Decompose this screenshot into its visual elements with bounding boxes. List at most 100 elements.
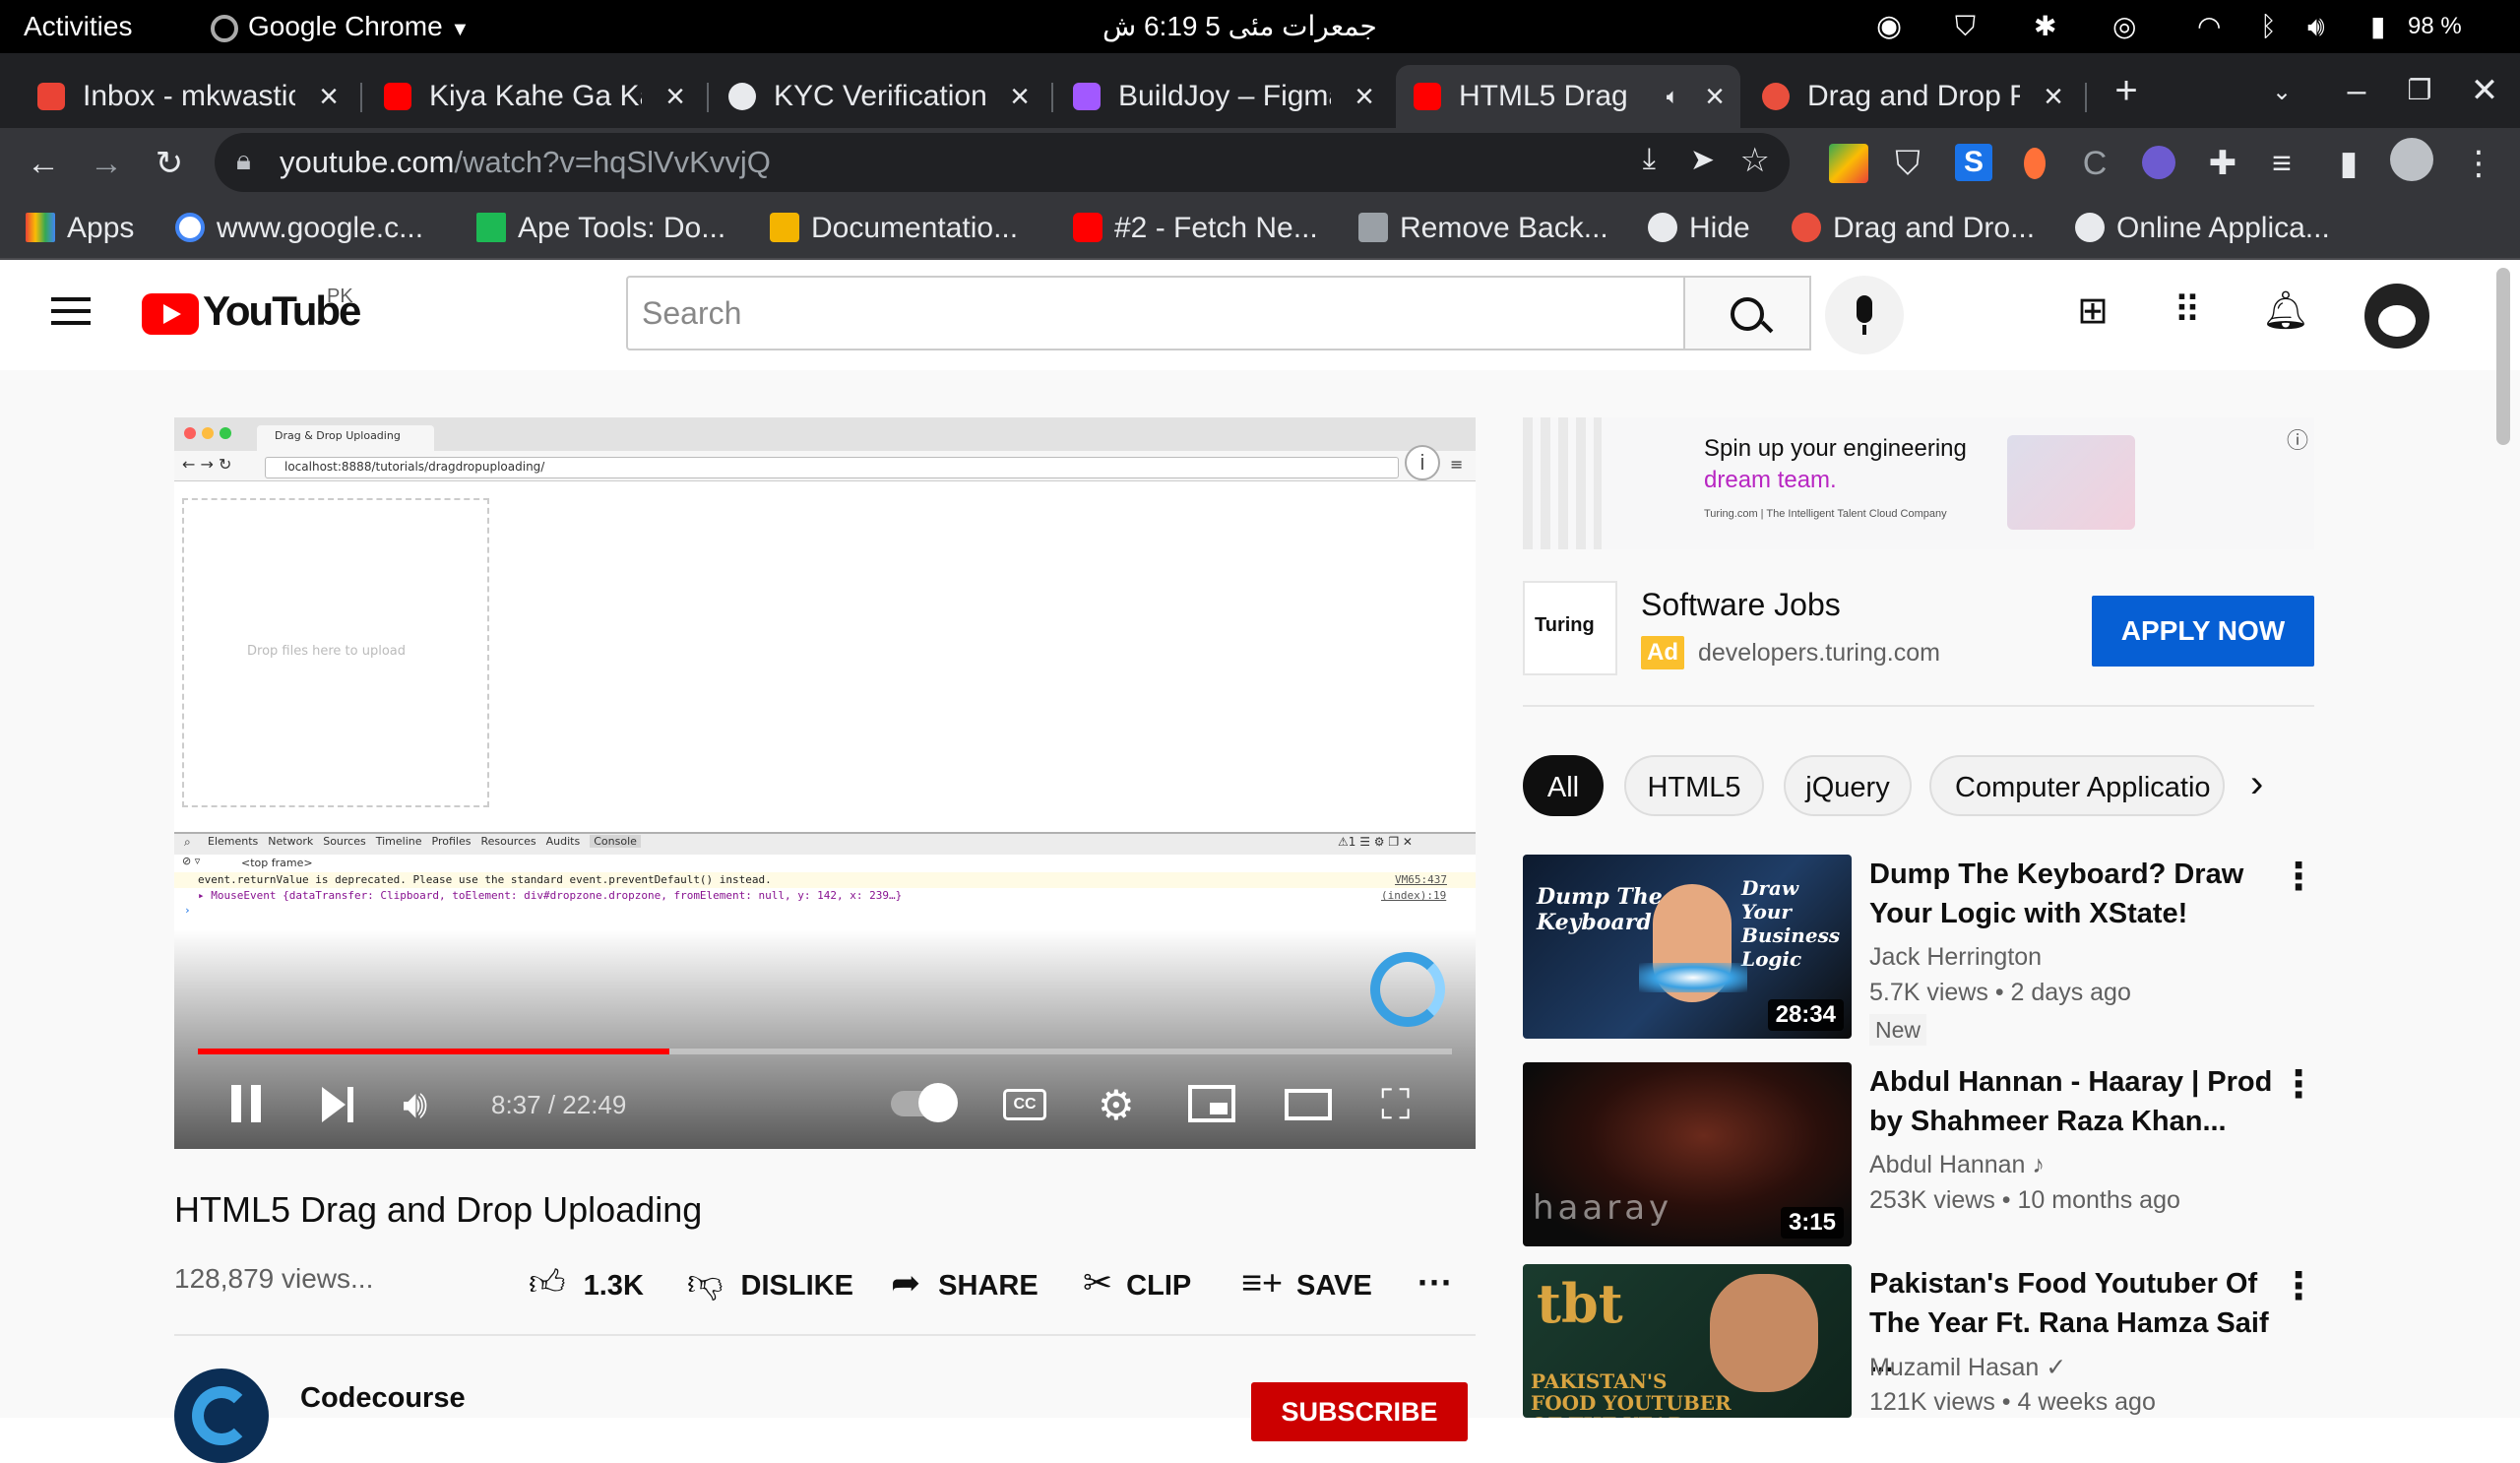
next-video-icon[interactable] bbox=[320, 1087, 359, 1122]
bookmark-drag-drop[interactable]: Drag and Dro... bbox=[1792, 199, 2035, 258]
tab-drag-and-drop[interactable]: Drag and Drop F × bbox=[1744, 65, 2079, 128]
account-avatar[interactable] bbox=[2364, 284, 2429, 349]
speaker-icon[interactable]: 🔈︎ bbox=[1667, 65, 1679, 128]
clip-button[interactable]: ✂ CLIP bbox=[1083, 1258, 1191, 1307]
tab-kyc[interactable]: KYC Verification × bbox=[711, 65, 1045, 128]
profile-avatar[interactable] bbox=[2390, 138, 2433, 181]
media-queue-icon[interactable]: ≡ bbox=[2262, 144, 2301, 183]
close-icon[interactable]: × bbox=[1354, 65, 1374, 128]
youtube-logo-icon[interactable] bbox=[142, 293, 199, 335]
bookmark-fetch[interactable]: #2 - Fetch Ne... bbox=[1073, 199, 1318, 258]
chips-next-chevron-icon[interactable]: › bbox=[2250, 762, 2263, 806]
autoplay-toggle[interactable] bbox=[891, 1083, 958, 1122]
close-window-button[interactable]: ✕ bbox=[2465, 71, 2504, 110]
back-button[interactable]: ← bbox=[24, 144, 63, 183]
save-button[interactable]: ≡+ SAVE bbox=[1241, 1258, 1372, 1307]
chip-jquery[interactable]: jQuery bbox=[1784, 755, 1912, 816]
notifications-bell-icon[interactable]: 🔔︎ bbox=[2262, 291, 2309, 331]
tab-inbox[interactable]: Inbox - mkwastic × bbox=[20, 65, 354, 128]
bookmark-apps[interactable]: Apps bbox=[26, 199, 134, 258]
extension-s-icon[interactable]: S bbox=[1955, 144, 1992, 181]
tab-kiya-kahe-ga[interactable]: Kiya Kahe Ga Ka × bbox=[366, 65, 701, 128]
close-icon[interactable]: × bbox=[319, 65, 339, 128]
pause-button[interactable] bbox=[227, 1083, 267, 1124]
related-thumbnail[interactable]: tbt PAKISTAN'S FOOD YOUTUBER OF THE YEAR bbox=[1523, 1264, 1852, 1418]
extensions-puzzle-icon[interactable]: ✚ bbox=[2203, 144, 2242, 183]
volume-icon[interactable]: 🔊︎ bbox=[403, 1083, 427, 1127]
close-icon[interactable]: × bbox=[2044, 65, 2063, 128]
related-channel[interactable]: Abdul Hannan ♪ bbox=[1869, 1151, 2045, 1179]
theater-mode-button[interactable] bbox=[1285, 1089, 1332, 1120]
ad-title[interactable]: Software Jobs bbox=[1641, 587, 1841, 623]
side-panel-icon[interactable]: ▮ bbox=[2329, 144, 2368, 183]
slack-icon[interactable]: ✱ bbox=[2034, 0, 2056, 53]
chrome-menu-icon[interactable]: ⋮ bbox=[2459, 144, 2498, 183]
like-button[interactable]: 👍︎ 1.3K bbox=[529, 1258, 644, 1307]
more-options-icon[interactable]: ⋮ bbox=[2280, 855, 2317, 899]
ad-logo[interactable]: Turing bbox=[1523, 581, 1617, 675]
page-scrollbar[interactable] bbox=[2496, 268, 2510, 445]
bluetooth-icon[interactable]: ᛒ bbox=[2260, 0, 2277, 53]
bookmark-google[interactable]: www.google.c... bbox=[175, 199, 423, 258]
related-thumbnail[interactable]: haaray 3:15 bbox=[1523, 1062, 1852, 1246]
extension-sheets-icon[interactable] bbox=[1829, 144, 1868, 183]
fullscreen-icon[interactable]: ⛶ bbox=[1381, 1081, 1410, 1129]
chrome-tray-icon[interactable]: ◎ bbox=[2112, 0, 2136, 53]
bookmark-ape-tools[interactable]: Ape Tools: Do... bbox=[476, 199, 725, 258]
related-channel[interactable]: Jack Herrington bbox=[1869, 943, 2042, 972]
reload-button[interactable]: ↻ bbox=[150, 144, 189, 183]
minimize-button[interactable]: – bbox=[2337, 71, 2376, 110]
view-count[interactable]: 128,879 views... bbox=[174, 1263, 373, 1295]
settings-gear-icon[interactable]: ⚙ bbox=[1098, 1081, 1135, 1129]
create-video-icon[interactable]: ⊞ bbox=[2071, 291, 2114, 331]
related-title[interactable]: Dump The Keyboard? Draw Your Logic with … bbox=[1869, 855, 2293, 933]
miniplayer-button[interactable] bbox=[1188, 1085, 1235, 1122]
dislike-button[interactable]: 👎︎ DISLIKE bbox=[687, 1258, 853, 1307]
extension-orange-icon[interactable] bbox=[2024, 148, 2046, 179]
new-tab-button[interactable]: + bbox=[2107, 71, 2146, 110]
record-icon[interactable]: ◉ bbox=[1876, 0, 1902, 53]
lock-icon[interactable]: 🔒︎ bbox=[236, 145, 251, 177]
clock[interactable]: جمعرات مئی 5 6:19 ش bbox=[1102, 0, 1377, 53]
tab-search-chevron-icon[interactable]: ⌄ bbox=[2262, 73, 2301, 112]
voice-search-button[interactable] bbox=[1825, 276, 1904, 354]
wifi-icon[interactable]: ◠ bbox=[2197, 0, 2221, 53]
related-channel[interactable]: Muzamil Hasan ✓ bbox=[1869, 1353, 2066, 1382]
close-icon[interactable]: × bbox=[1010, 65, 1030, 128]
hamburger-menu-icon[interactable] bbox=[51, 295, 91, 327]
bookmark-hide[interactable]: Hide bbox=[1648, 199, 1750, 258]
install-icon[interactable]: ⤓ bbox=[1643, 143, 1656, 176]
channel-avatar[interactable] bbox=[174, 1368, 269, 1463]
apps-grid-icon[interactable]: ⠿ bbox=[2166, 291, 2209, 331]
chip-computer-applications[interactable]: Computer Applicatio bbox=[1929, 755, 2225, 816]
ad-info-icon[interactable]: ⓘ bbox=[2287, 423, 2308, 455]
chip-all[interactable]: All bbox=[1523, 755, 1604, 816]
search-input[interactable]: Search bbox=[626, 276, 1685, 350]
tab-figma[interactable]: BuildJoy – Figma × bbox=[1055, 65, 1390, 128]
more-options-icon[interactable]: ⋮ bbox=[2280, 1264, 2317, 1308]
more-options-icon[interactable]: ⋮ bbox=[2280, 1062, 2317, 1107]
channel-name[interactable]: Codecourse bbox=[300, 1382, 466, 1415]
shield-icon[interactable]: ⛉ bbox=[1955, 0, 1976, 53]
bookmark-online-applica[interactable]: Online Applica... bbox=[2075, 199, 2330, 258]
video-player[interactable]: Drag & Drop Uploading ← → ↻ localhost:88… bbox=[174, 417, 1476, 1149]
volume-icon[interactable]: 🔊︎ bbox=[2307, 0, 2325, 53]
bookmark-remove-back[interactable]: Remove Back... bbox=[1358, 199, 1608, 258]
search-button[interactable] bbox=[1685, 276, 1811, 350]
share-button[interactable]: ➦ SHARE bbox=[891, 1258, 1039, 1307]
send-icon[interactable]: ➤ bbox=[1690, 143, 1715, 177]
tab-html5-drag[interactable]: HTML5 Drag 🔈︎ × bbox=[1396, 65, 1740, 128]
ad-banner[interactable]: Spin up your engineering dream team. Tur… bbox=[1523, 417, 2314, 549]
app-menu[interactable]: Google Chrome ▼ bbox=[211, 0, 470, 56]
subscribe-button[interactable]: SUBSCRIBE bbox=[1251, 1382, 1468, 1441]
related-thumbnail[interactable]: Dump The Keyboard Draw Your Business Log… bbox=[1523, 855, 1852, 1039]
apply-now-button[interactable]: APPLY NOW bbox=[2092, 596, 2314, 667]
bookmark-star-icon[interactable]: ☆ bbox=[1740, 141, 1770, 180]
related-title[interactable]: Abdul Hannan - Haaray | Prod by Shahmeer… bbox=[1869, 1062, 2293, 1141]
video-info-icon[interactable]: i bbox=[1405, 445, 1440, 480]
address-bar[interactable]: 🔒︎ youtube.com/watch?v=hqSlVvKvvjQ ⤓ ➤ ☆ bbox=[215, 133, 1790, 192]
close-icon[interactable]: × bbox=[665, 65, 685, 128]
close-icon[interactable]: × bbox=[1705, 65, 1725, 128]
more-actions-icon[interactable]: ··· bbox=[1418, 1258, 1453, 1307]
restore-button[interactable]: ❐ bbox=[2400, 71, 2439, 110]
